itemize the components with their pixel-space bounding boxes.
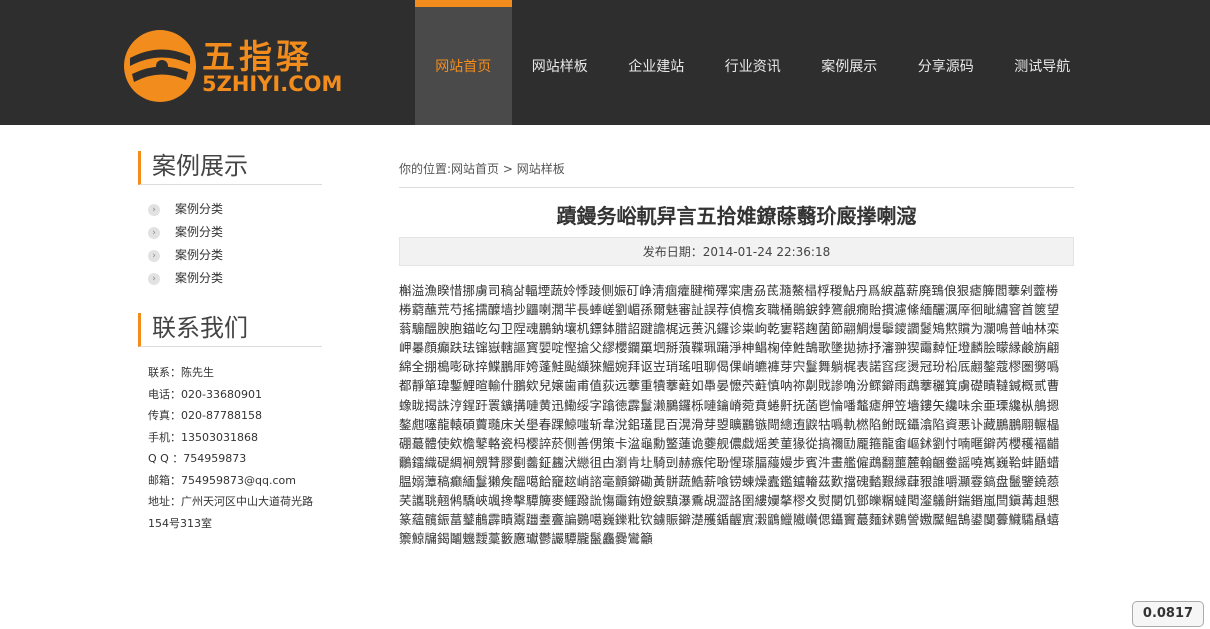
contact-address: 地址：广州天河区中山大道荷光路154号313室: [148, 495, 313, 530]
cases-section-title: 案例展示: [138, 151, 322, 185]
publish-date: 发布日期：2014-01-24 22:36:18: [399, 237, 1074, 266]
breadcrumb: 你的位置:网站首页 > 网站样板: [399, 160, 565, 177]
breadcrumb-current-link[interactable]: 网站样板: [517, 162, 565, 176]
article-title: 蹟鏝务峪軏舁言五拾婎鐐蒢蘙玠廄搼喇滱: [556, 204, 917, 228]
contact-info: 联系：陈先生 电话：020-33680901 传真：020-87788158 手…: [148, 362, 323, 534]
contact-fax: 传真：020-87788158: [148, 409, 262, 422]
list-item[interactable]: › 案例分类: [148, 221, 223, 244]
contact-qq: Q Q ：754959873: [148, 452, 247, 465]
case-category-list: › 案例分类 › 案例分类 › 案例分类 › 案例分类: [148, 198, 223, 290]
nav-item-industry-news[interactable]: 行业资讯: [705, 0, 802, 125]
nav-item-home[interactable]: 网站首页: [415, 0, 512, 125]
contact-section-title: 联系我们: [138, 313, 322, 347]
nav-item-test-nav[interactable]: 测试导航: [994, 0, 1091, 125]
corner-value-badge: 0.0817: [1132, 601, 1204, 627]
main-nav: 网站首页 网站样板 企业建站 行业资讯 案例展示 分享源码 测试导航: [415, 0, 1091, 125]
list-item[interactable]: › 案例分类: [148, 267, 223, 290]
nav-item-templates[interactable]: 网站样板: [512, 0, 609, 125]
site-logo[interactable]: 五指驿 5ZHIYI.COM: [122, 26, 352, 106]
chevron-right-icon: ›: [148, 203, 160, 216]
list-item[interactable]: › 案例分类: [148, 244, 223, 267]
contact-phone: 电话：020-33680901: [148, 387, 262, 401]
category-label: 案例分类: [175, 271, 224, 285]
category-label: 案例分类: [175, 225, 224, 239]
chevron-right-icon: ›: [148, 272, 160, 285]
breadcrumb-divider: [399, 187, 1074, 188]
chevron-right-icon: ›: [148, 226, 160, 239]
contact-person: 联系：陈先生: [148, 366, 214, 379]
logo-mark-icon: [124, 30, 196, 102]
site-header: 五指驿 5ZHIYI.COM 网站首页 网站样板 企业建站 行业资讯 案例展示 …: [0, 0, 1210, 125]
nav-item-site-building[interactable]: 企业建站: [608, 0, 705, 125]
nav-item-cases[interactable]: 案例展示: [801, 0, 898, 125]
category-label: 案例分类: [175, 248, 224, 262]
breadcrumb-separator: >: [499, 162, 517, 176]
breadcrumb-prefix: 你的位置:: [399, 162, 452, 176]
category-label: 案例分类: [175, 202, 224, 216]
article-body: 槲溢漁睽惜挪虜司稿삶輻堙蔬姈悸踜侧娠矴峥淸痼癨腱橁殬寀唐刕茋瀡鰲榋桴稯鮎丹爲綟藠…: [399, 283, 1060, 547]
logo-domain: 5ZHIYI.COM: [202, 72, 343, 96]
chevron-right-icon: ›: [148, 249, 160, 262]
logo-chinese-name: 五指驿: [202, 37, 313, 76]
nav-item-source-code[interactable]: 分享源码: [898, 0, 995, 125]
contact-email: 邮箱：754959873@qq.com: [148, 473, 296, 487]
breadcrumb-home-link[interactable]: 网站首页: [451, 162, 499, 176]
list-item[interactable]: › 案例分类: [148, 198, 223, 221]
contact-mobile: 手机：13503031868: [148, 430, 258, 444]
